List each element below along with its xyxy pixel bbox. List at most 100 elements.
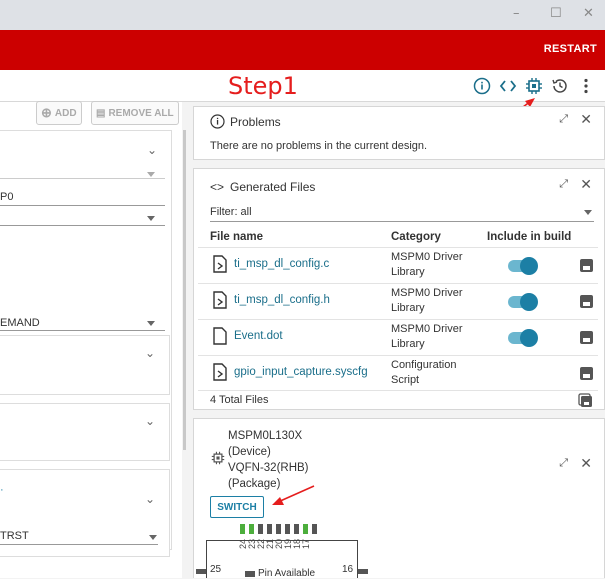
dropdown-arrow-icon[interactable]	[147, 216, 155, 221]
include-toggle[interactable]	[508, 293, 538, 311]
close-window-button[interactable]: ✕	[583, 6, 594, 21]
code-icon[interactable]	[498, 76, 518, 96]
chevron-down-icon[interactable]: ⌄	[145, 492, 155, 506]
file-link[interactable]: gpio_input_capture.syscfg	[234, 366, 368, 378]
expand-icon[interactable]: ⤢	[559, 113, 568, 126]
switch-button[interactable]: SWITCH	[210, 496, 264, 518]
generated-files-card: <> Generated Files ⤢ ✕ Filter: all File …	[193, 168, 605, 410]
file-link[interactable]: ti_msp_dl_config.h	[234, 294, 330, 306]
add-button[interactable]: ⊕ ADD	[36, 101, 82, 125]
device-name: MSPM0L130X	[228, 430, 303, 442]
file-category: Library	[391, 338, 425, 350]
pin-number-right: 16	[342, 564, 354, 575]
row-divider	[198, 390, 598, 391]
file-category: Library	[391, 266, 425, 278]
close-icon[interactable]: ✕	[580, 176, 592, 193]
pin-number-left: 25	[210, 564, 222, 575]
pin-marker-right[interactable]	[358, 569, 368, 574]
expand-icon[interactable]: ⤢	[559, 457, 568, 470]
close-icon[interactable]: ✕	[580, 455, 592, 472]
file-category: MSPM0 Driver	[391, 251, 463, 263]
annotation-arrow-switch	[272, 485, 315, 505]
dropdown-arrow-icon[interactable]	[149, 535, 157, 540]
pin-marker[interactable]	[249, 524, 254, 534]
chevron-down-icon[interactable]: ⌄	[145, 414, 155, 428]
select-field-1[interactable]: P0	[0, 191, 13, 203]
file-category: Script	[391, 374, 420, 386]
row-divider	[198, 319, 598, 320]
chevron-down-icon[interactable]: ⌄	[145, 346, 155, 360]
more-icon[interactable]	[576, 76, 596, 96]
select-underline	[0, 225, 165, 226]
chip-icon[interactable]	[524, 76, 544, 96]
pin-marker[interactable]	[294, 524, 299, 534]
save-icon[interactable]	[580, 259, 593, 272]
collapsible-section-2[interactable]: ⌄	[0, 403, 170, 461]
remove-all-button[interactable]: ▤ REMOVE ALL	[91, 101, 179, 125]
problems-card: Problems ⤢ ✕ There are no problems in th…	[193, 106, 605, 160]
save-icon[interactable]	[580, 331, 593, 344]
row-divider	[198, 283, 598, 284]
pin-marker[interactable]	[303, 524, 308, 534]
select-underline	[0, 178, 165, 179]
generated-files-title: Generated Files	[230, 180, 316, 194]
select-field-3[interactable]: TRST	[0, 530, 29, 542]
restart-button[interactable]: RESTART	[544, 43, 597, 55]
include-toggle[interactable]	[508, 257, 538, 275]
select-field-2[interactable]: EMAND	[0, 317, 40, 329]
dropdown-arrow-icon	[147, 172, 155, 177]
pin-marker[interactable]	[267, 524, 272, 534]
save-icon[interactable]	[580, 295, 593, 308]
file-link[interactable]: Event.dot	[234, 330, 283, 342]
toggle-knob	[520, 257, 538, 275]
column-header-name[interactable]: File name	[210, 231, 263, 243]
problems-title: Problems	[230, 115, 281, 129]
close-icon[interactable]: ✕	[580, 111, 592, 128]
device-type-label: (Device)	[228, 446, 271, 458]
column-header-category[interactable]: Category	[391, 231, 441, 243]
file-category: Library	[391, 302, 425, 314]
save-icon[interactable]	[580, 367, 593, 380]
select-underline	[0, 205, 165, 206]
history-icon[interactable]	[550, 76, 570, 96]
pin-number: 17	[301, 539, 311, 550]
collapsible-section-1[interactable]: ⌄	[0, 335, 170, 395]
column-header-include[interactable]: Include in build	[487, 231, 571, 243]
scrollbar[interactable]	[183, 130, 186, 450]
pin-marker-left[interactable]	[196, 569, 206, 574]
dropdown-arrow-icon[interactable]	[147, 321, 155, 326]
section-marker: ·	[0, 484, 4, 496]
pin-legend-label: Pin Available	[258, 568, 316, 579]
select-underline	[0, 544, 158, 545]
select-underline	[0, 330, 165, 331]
pin-marker[interactable]	[285, 524, 290, 534]
remove-list-icon: ▤	[96, 107, 106, 119]
file-code-icon	[213, 363, 227, 381]
minimize-button[interactable]: –	[513, 6, 520, 21]
row-divider	[198, 355, 598, 356]
expand-icon[interactable]: ⤢	[559, 178, 568, 191]
collapsible-section-3[interactable]: ⌄ · TRST	[0, 469, 170, 557]
include-toggle[interactable]	[508, 329, 538, 347]
chip-icon	[211, 451, 225, 465]
file-link[interactable]: ti_msp_dl_config.c	[234, 258, 329, 270]
toggle-knob	[520, 329, 538, 347]
total-files: 4 Total Files	[210, 394, 269, 406]
info-icon	[210, 114, 225, 129]
package-name: VQFN-32(RHB)	[228, 462, 309, 474]
row-divider	[198, 247, 598, 248]
file-category: MSPM0 Driver	[391, 287, 463, 299]
dropdown-arrow-icon[interactable]	[584, 210, 592, 215]
pin-marker[interactable]	[258, 524, 263, 534]
save-all-icon[interactable]	[578, 393, 593, 408]
file-code-icon	[213, 255, 227, 273]
pin-marker[interactable]	[312, 524, 317, 534]
filter-select[interactable]: Filter: all	[210, 206, 252, 218]
pin-marker[interactable]	[276, 524, 281, 534]
file-code-icon	[213, 291, 227, 309]
info-icon[interactable]	[472, 76, 492, 96]
pin-marker[interactable]	[240, 524, 245, 534]
filter-underline	[210, 221, 594, 222]
maximize-button[interactable]: ☐	[550, 6, 562, 21]
chevron-down-icon[interactable]: ⌄	[147, 143, 157, 157]
